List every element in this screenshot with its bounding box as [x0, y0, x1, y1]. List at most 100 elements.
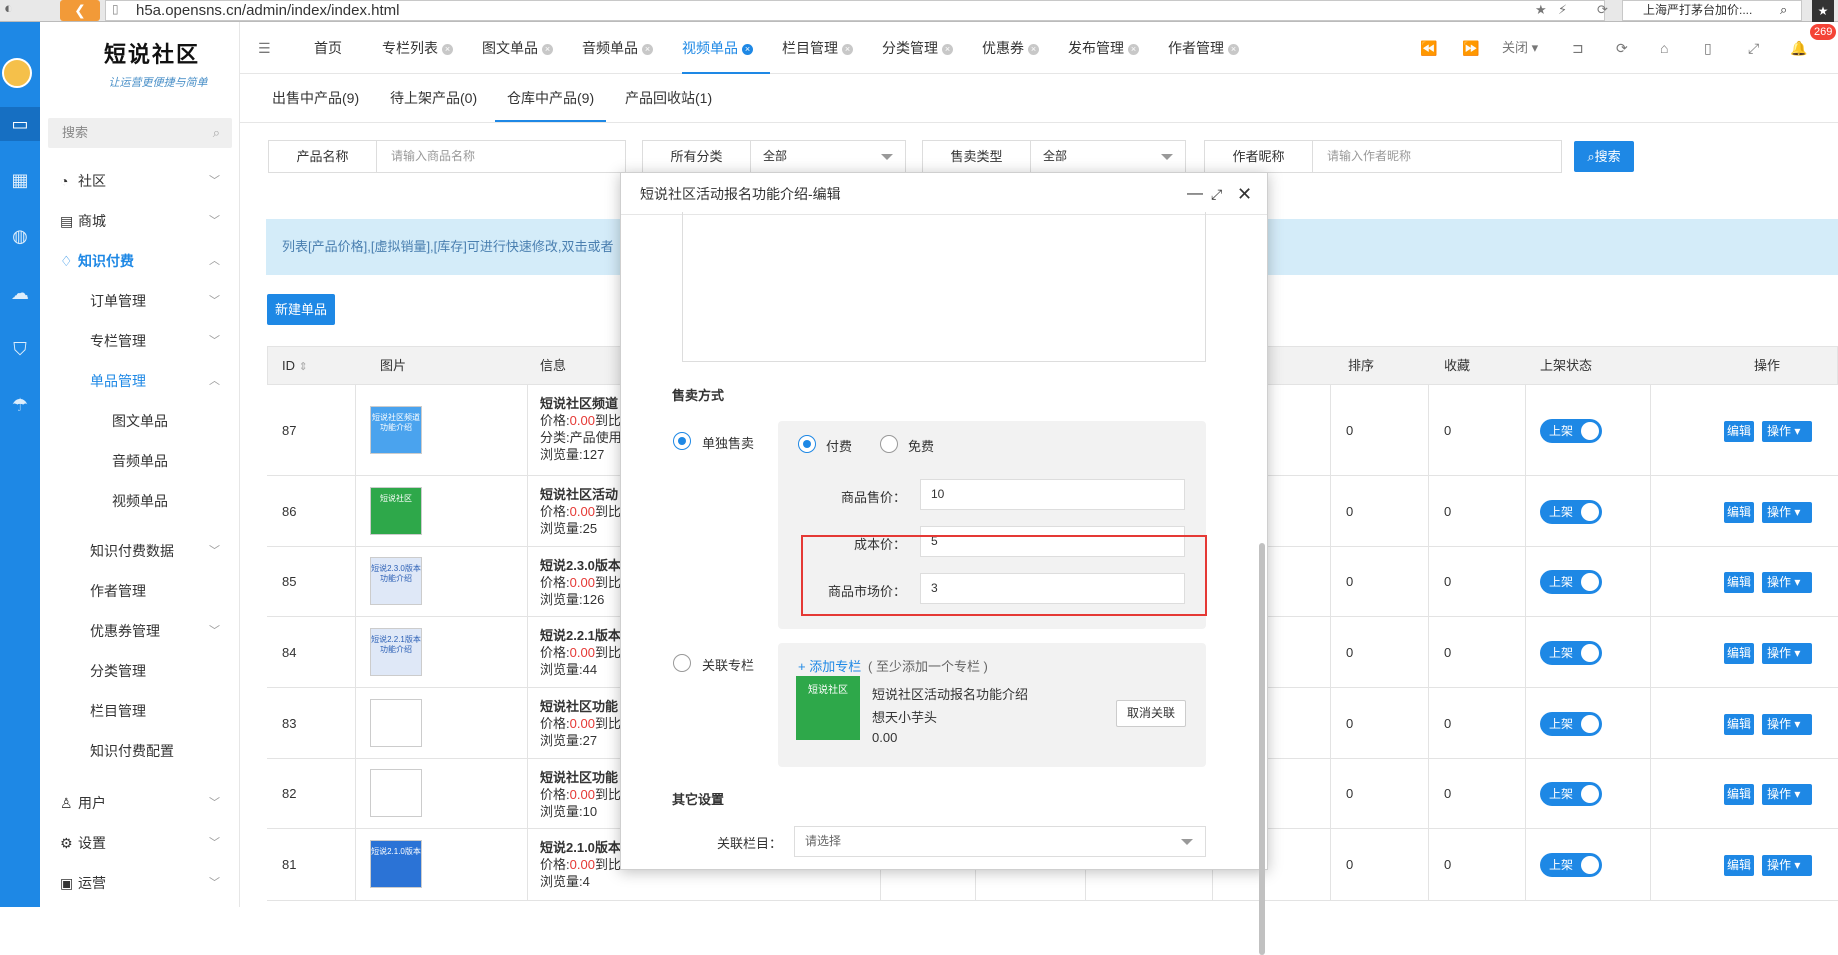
tab-home[interactable]: 首页: [314, 22, 342, 74]
minimize-icon[interactable]: —: [1187, 173, 1203, 215]
free-radio[interactable]: [880, 435, 898, 453]
sidebar-item-pay-config[interactable]: 知识付费配置: [40, 734, 240, 768]
address-bar[interactable]: h5a.opensns.cn/admin/index/index.html: [105, 0, 1605, 21]
tab-sections[interactable]: 栏目管理 ×: [782, 22, 853, 74]
th-id[interactable]: ID ⇕: [282, 346, 308, 385]
menu-toggle-icon[interactable]: ☰: [258, 22, 271, 74]
author-input[interactable]: 请输入作者昵称: [1327, 141, 1411, 172]
tab-authors[interactable]: 作者管理 ×: [1168, 22, 1239, 74]
mobile-icon[interactable]: ▯: [1704, 22, 1712, 74]
tab-audio-single[interactable]: 音频单品 ×: [582, 22, 653, 74]
sidebar-item-mall[interactable]: ▤ 商城 ﹀: [40, 204, 240, 238]
add-column-link[interactable]: + 添加专栏: [798, 656, 861, 675]
subtab-on-sale[interactable]: 出售中产品(9): [272, 74, 359, 122]
subtab-warehouse[interactable]: 仓库中产品(9): [495, 74, 607, 122]
close-icon[interactable]: ×: [942, 44, 953, 55]
status-toggle[interactable]: 上架: [1540, 711, 1602, 736]
single-sale-radio[interactable]: [673, 432, 691, 450]
edit-button[interactable]: 编辑: [1724, 713, 1754, 735]
avatar[interactable]: [2, 58, 32, 88]
globe-icon[interactable]: ◍: [0, 219, 40, 253]
tab-article-single[interactable]: 图文单品 ×: [482, 22, 553, 74]
sidebar-item-pay-data[interactable]: 知识付费数据 ﹀: [40, 534, 240, 568]
category-select[interactable]: 全部: [763, 141, 787, 172]
sidebar-item-sections[interactable]: 栏目管理: [40, 694, 240, 728]
edit-button[interactable]: 编辑: [1724, 572, 1754, 593]
close-menu-button[interactable]: 关闭 ▾: [1502, 22, 1538, 74]
author-filter[interactable]: 作者昵称 请输入作者昵称: [1204, 140, 1562, 173]
close-icon[interactable]: ×: [442, 44, 453, 55]
column-select[interactable]: 请选择: [794, 826, 1206, 857]
scroll-left-icon[interactable]: ⏪: [1420, 22, 1437, 74]
close-icon[interactable]: ×: [1228, 44, 1239, 55]
column-sale-radio[interactable]: [673, 654, 691, 672]
status-toggle[interactable]: 上架: [1540, 570, 1602, 594]
ops-dropdown-button[interactable]: 操作 ▾: [1762, 784, 1812, 805]
cancel-link-button[interactable]: 取消关联: [1116, 700, 1186, 727]
sale-type-filter[interactable]: 售卖类型 全部: [922, 140, 1186, 173]
refresh-icon[interactable]: ⟳: [1597, 2, 1608, 18]
sidebar-item-video-single[interactable]: 视频单品: [40, 484, 240, 518]
tab-video-single[interactable]: 视频单品 ×: [682, 22, 770, 74]
shield-icon[interactable]: ⛉: [0, 332, 40, 366]
scroll-right-icon[interactable]: ⏩: [1462, 22, 1479, 74]
sidebar-item-article-single[interactable]: 图文单品: [40, 404, 240, 438]
status-toggle[interactable]: 上架: [1540, 418, 1602, 443]
status-toggle[interactable]: 上架: [1540, 782, 1602, 806]
subtab-recycle[interactable]: 产品回收站(1): [625, 74, 712, 122]
sidebar-item-users[interactable]: ♙ 用户 ﹀: [40, 786, 240, 820]
home-icon[interactable]: ⌂: [1660, 22, 1668, 74]
star-icon[interactable]: ★: [1535, 2, 1547, 18]
sidebar-item-authors[interactable]: 作者管理: [40, 574, 240, 608]
close-icon[interactable]: ×: [1128, 44, 1139, 55]
sidebar-item-coupons[interactable]: 优惠券管理 ﹀: [40, 614, 240, 648]
cloud-icon[interactable]: ☁: [0, 276, 40, 310]
edit-button[interactable]: 编辑: [1724, 420, 1754, 442]
sidebar-item-audio-single[interactable]: 音频单品: [40, 444, 240, 478]
close-icon[interactable]: ×: [1028, 44, 1039, 55]
maximize-icon[interactable]: ⤢: [1211, 173, 1222, 215]
tab-categories[interactable]: 分类管理 ×: [882, 22, 953, 74]
close-icon[interactable]: ×: [842, 44, 853, 55]
grid-icon[interactable]: ▦: [0, 163, 40, 197]
search-button[interactable]: ⌕搜索: [1574, 141, 1634, 172]
ops-dropdown-button[interactable]: 操作 ▾: [1762, 713, 1812, 735]
lightning-icon[interactable]: ⚡: [1558, 2, 1567, 18]
product-name-filter[interactable]: 产品名称 请输入商品名称: [268, 140, 626, 173]
refresh-icon[interactable]: ⟳: [1616, 22, 1628, 74]
ops-dropdown-button[interactable]: 操作 ▾: [1762, 572, 1812, 593]
tab-coupons[interactable]: 优惠券 ×: [982, 22, 1039, 74]
edit-button[interactable]: 编辑: [1724, 501, 1754, 523]
monitor-icon[interactable]: ▭: [0, 107, 40, 141]
tab-publish[interactable]: 发布管理 ×: [1068, 22, 1139, 74]
description-textarea[interactable]: [682, 212, 1206, 362]
paid-radio[interactable]: [798, 435, 816, 453]
ops-dropdown-button[interactable]: 操作 ▾: [1762, 855, 1812, 876]
close-icon[interactable]: ×: [542, 44, 553, 55]
close-icon[interactable]: ✕: [1237, 173, 1252, 215]
exit-icon[interactable]: ⊐: [1572, 22, 1584, 74]
category-filter[interactable]: 所有分类 全部: [642, 140, 906, 173]
product-name-input[interactable]: 请输入商品名称: [391, 141, 475, 172]
back-button[interactable]: ❮: [60, 0, 100, 21]
sidebar-item-orders[interactable]: 订单管理 ﹀: [40, 284, 240, 318]
sidebar-item-community[interactable]: ◔ 社区 ﹀: [40, 164, 240, 198]
bookmark-star-icon[interactable]: ★: [1812, 0, 1834, 22]
cloud-sync-icon[interactable]: ☂: [0, 388, 40, 422]
bell-icon[interactable]: 🔔: [1790, 22, 1807, 74]
sidebar-item-settings[interactable]: ⚙ 设置 ﹀: [40, 826, 240, 860]
status-toggle[interactable]: 上架: [1540, 853, 1602, 877]
status-toggle[interactable]: 上架: [1540, 499, 1602, 524]
tab-column-list[interactable]: 专栏列表 ×: [382, 22, 453, 74]
close-icon[interactable]: ×: [742, 44, 753, 55]
browser-search-icon[interactable]: ⌕: [1780, 2, 1787, 18]
sidebar-item-knowledge-pay[interactable]: ♢ 知识付费 ︿: [40, 244, 240, 278]
sidebar-item-operations[interactable]: ▣ 运营 ﹀: [40, 866, 240, 900]
fullscreen-icon[interactable]: ⤢: [1748, 22, 1759, 74]
edit-button[interactable]: 编辑: [1724, 855, 1754, 876]
modal-scrollbar[interactable]: [1259, 543, 1265, 955]
sidebar-item-singles[interactable]: 单品管理 ︿: [40, 364, 240, 398]
sort-icon[interactable]: ⇕: [299, 361, 308, 373]
sidebar-search-input[interactable]: 搜索 ⌕: [48, 118, 232, 148]
price-input[interactable]: 10: [920, 479, 1185, 510]
